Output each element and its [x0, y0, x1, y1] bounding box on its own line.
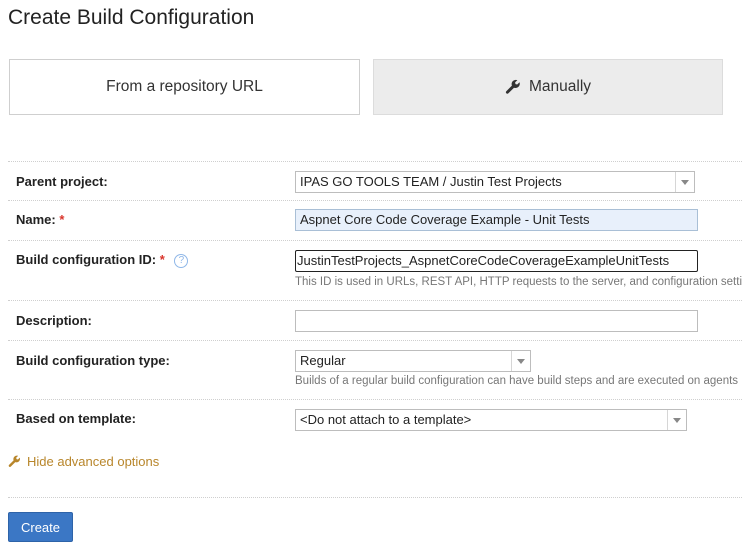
tab-manually[interactable]: Manually — [373, 59, 723, 115]
name-input[interactable]: Aspnet Core Code Coverage Example - Unit… — [295, 209, 698, 231]
required-mark: * — [159, 252, 165, 267]
wrench-icon — [505, 79, 520, 94]
chevron-down-icon — [511, 351, 530, 371]
template-select[interactable]: <Do not attach to a template> — [295, 409, 687, 431]
hide-advanced-options-link[interactable]: Hide advanced options — [8, 454, 159, 469]
tab-label: Manually — [528, 78, 592, 95]
row-divider — [8, 161, 742, 162]
name-input-value: Aspnet Core Code Coverage Example - Unit… — [300, 212, 590, 227]
parent-project-select[interactable]: IPAS GO TOOLS TEAM / Justin Test Project… — [295, 171, 695, 193]
parent-project-value: IPAS GO TOOLS TEAM / Justin Test Project… — [300, 174, 562, 189]
advanced-link-label: Hide advanced options — [27, 454, 160, 469]
page-title: Create Build Configuration — [8, 6, 255, 29]
wrench-icon — [8, 455, 21, 467]
build-id-input[interactable]: JustinTestProjects_AspnetCoreCodeCoverag… — [295, 250, 698, 272]
help-icon[interactable]: ? — [174, 254, 189, 268]
build-id-label: Build configuration ID: * ? — [16, 252, 189, 268]
template-label: Based on template: — [16, 411, 136, 426]
description-input[interactable] — [295, 310, 698, 332]
chevron-down-icon — [667, 410, 686, 430]
build-type-select[interactable]: Regular — [295, 350, 531, 372]
build-id-input-value: JustinTestProjects_AspnetCoreCodeCoverag… — [297, 253, 670, 268]
row-divider — [8, 240, 742, 241]
tab-label: From a repository URL — [106, 78, 263, 95]
build-id-label-text: Build configuration ID: — [16, 252, 157, 267]
build-id-hint: This ID is used in URLs, REST API, HTTP … — [295, 276, 742, 288]
create-button[interactable]: Create — [8, 512, 73, 542]
row-divider — [8, 399, 742, 400]
required-mark: * — [59, 212, 65, 227]
row-divider — [8, 497, 742, 498]
template-value: <Do not attach to a template> — [300, 412, 472, 427]
row-divider — [8, 200, 742, 201]
build-type-label: Build configuration type: — [16, 353, 170, 368]
name-label-text: Name: — [16, 212, 56, 227]
row-divider — [8, 340, 742, 341]
name-label: Name: * — [16, 212, 64, 227]
tab-from-repository-url[interactable]: From a repository URL — [9, 59, 360, 115]
description-label: Description: — [16, 313, 92, 328]
row-divider — [8, 300, 742, 301]
parent-project-label: Parent project: — [16, 174, 108, 189]
chevron-down-icon — [675, 172, 694, 192]
build-type-value: Regular — [300, 353, 346, 368]
create-build-config-page: Create Build Configuration From a reposi… — [0, 0, 742, 555]
build-type-hint: Builds of a regular build configuration … — [295, 375, 739, 387]
